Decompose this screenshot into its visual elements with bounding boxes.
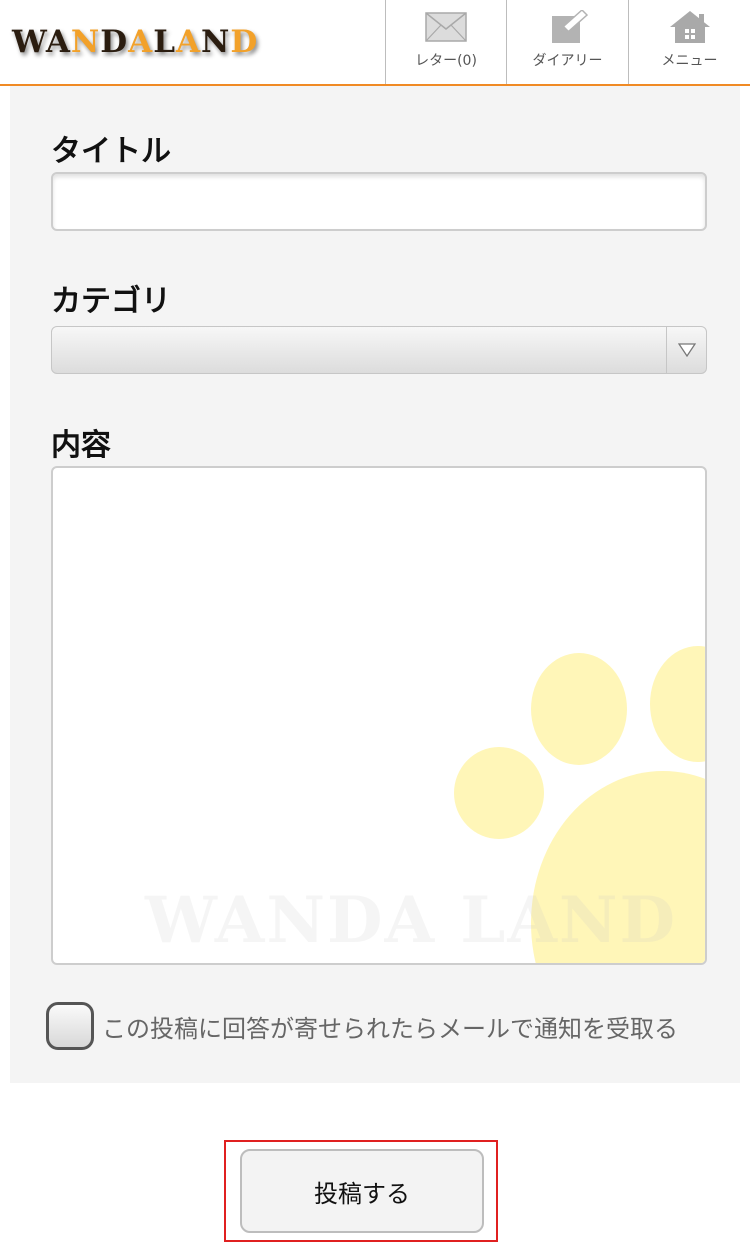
notify-checkbox[interactable] <box>46 1002 94 1050</box>
header-nav: レター(0) ダイアリー メニュー <box>385 0 750 84</box>
submit-button[interactable]: 投稿する <box>240 1149 484 1233</box>
header-bar: WA N D A L A N D レター(0) ダイアリー メニュー <box>0 0 750 86</box>
notify-label: この投稿に回答が寄せられたらメールで通知を受取る <box>102 1014 678 1043</box>
title-label: タイトル <box>51 134 171 169</box>
nav-diary-label: ダイアリー <box>532 53 603 69</box>
category-select[interactable] <box>51 326 707 374</box>
watermark-text: WANDA LAND <box>145 883 678 958</box>
nav-letter-button[interactable]: レター(0) <box>385 0 506 84</box>
house-icon <box>668 10 712 44</box>
nav-menu-button[interactable]: メニュー <box>628 0 750 84</box>
chevron-down-icon <box>666 327 706 373</box>
notify-option: この投稿に回答が寄せられたらメールで通知を受取る <box>46 1001 678 1051</box>
content-textarea[interactable]: WANDA LAND <box>51 466 707 965</box>
nav-diary-button[interactable]: ダイアリー <box>506 0 628 84</box>
wandaland-logo[interactable]: WA N D A L A N D <box>12 22 258 62</box>
post-form: タイトル カテゴリ 内容 WANDA LAND この投稿に回答が寄せられたらメー… <box>10 86 740 1083</box>
content-label: 内容 <box>51 428 111 463</box>
envelope-icon <box>424 10 468 44</box>
pencil-icon <box>546 10 590 44</box>
nav-letter-label: レター(0) <box>415 53 477 69</box>
category-label: カテゴリ <box>51 284 171 319</box>
nav-menu-label: メニュー <box>661 53 718 69</box>
title-input[interactable] <box>51 172 707 231</box>
